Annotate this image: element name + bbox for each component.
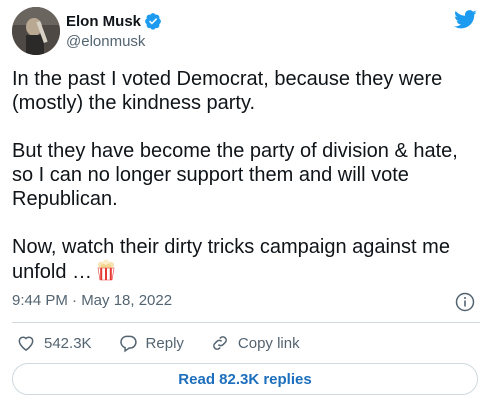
info-icon[interactable]: [455, 292, 475, 312]
link-icon: [213, 336, 227, 350]
heart-icon: [18, 336, 34, 351]
twitter-bird-icon[interactable]: [454, 10, 477, 29]
copy-link-button[interactable]: Copy link: [210, 333, 300, 353]
tweet-timestamp[interactable]: 9:44 PM · May 18, 2022: [12, 292, 172, 309]
avatar-image: [12, 7, 60, 55]
tweet-paragraph-3-text: Now, watch their dirty tricks campaign a…: [12, 236, 450, 283]
like-count: 542.3K: [44, 334, 92, 352]
reply-icon: [119, 335, 137, 353]
tweet-paragraph-2: But they have become the party of divisi…: [12, 140, 458, 210]
like-button[interactable]: 542.3K: [16, 333, 92, 353]
reply-button[interactable]: Reply: [118, 333, 184, 353]
tweet-actions: 542.3K Reply Copy link: [16, 333, 326, 353]
verified-badge-icon: [145, 13, 161, 30]
read-replies-button[interactable]: Read 82.3K replies: [12, 363, 478, 395]
divider: [12, 322, 480, 323]
copy-link-label: Copy link: [237, 334, 300, 352]
avatar[interactable]: [12, 7, 60, 55]
author-name[interactable]: Elon Musk: [66, 13, 141, 30]
tweet-text: In the past I voted Democrat, because th…: [12, 67, 482, 284]
tweet-paragraph-1: In the past I voted Democrat, because th…: [12, 68, 443, 114]
author-handle[interactable]: @elonmusk: [66, 33, 145, 50]
tweet-paragraph-3: Now, watch their dirty tricks campaign a…: [12, 235, 482, 284]
author-name-row[interactable]: Elon Musk: [66, 12, 162, 30]
reply-label: Reply: [145, 334, 184, 352]
popcorn-icon: [97, 259, 115, 281]
